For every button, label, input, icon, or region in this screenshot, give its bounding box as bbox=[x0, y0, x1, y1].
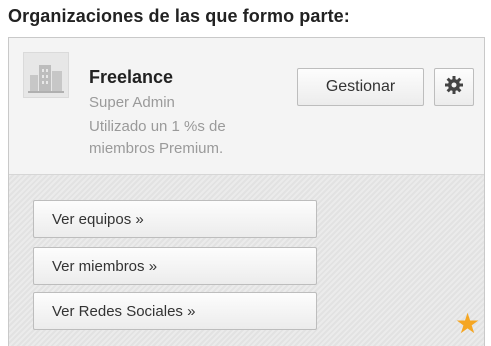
view-teams-link[interactable]: Ver equipos » bbox=[33, 200, 317, 238]
settings-button[interactable] bbox=[434, 68, 474, 106]
organization-name: Freelance bbox=[89, 67, 174, 87]
organization-card: Freelance Super Admin Utilizado un 1 %s … bbox=[9, 38, 484, 175]
building-icon bbox=[23, 52, 69, 98]
view-members-link[interactable]: Ver miembros » bbox=[33, 247, 317, 285]
organization-role: Super Admin bbox=[89, 94, 175, 111]
premium-usage-note: Utilizado un 1 %s de miembros Premium. bbox=[89, 118, 226, 157]
star-icon[interactable]: ★ bbox=[455, 310, 480, 338]
organization-panel: Freelance Super Admin Utilizado un 1 %s … bbox=[8, 37, 485, 346]
section-title: Organizaciones de las que formo parte: bbox=[8, 6, 350, 26]
manage-button[interactable]: Gestionar bbox=[297, 68, 424, 106]
gear-icon bbox=[444, 75, 464, 99]
view-social-networks-link[interactable]: Ver Redes Sociales » bbox=[33, 292, 317, 330]
